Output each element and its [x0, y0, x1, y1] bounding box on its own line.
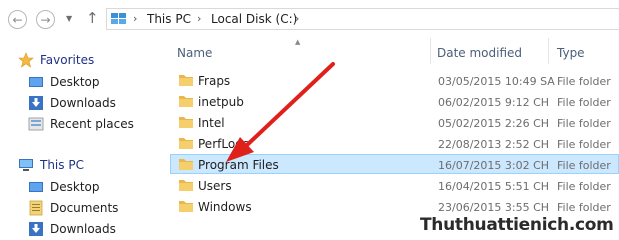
back-arrow-icon: ← — [12, 12, 23, 27]
forward-arrow-icon: → — [40, 12, 51, 27]
breadcrumb-this-pc[interactable]: This PC — [147, 12, 191, 26]
breadcrumb-chevron-icon[interactable]: › — [197, 12, 201, 25]
computer-icon — [19, 159, 33, 171]
table-row[interactable]: Intel 05/02/2015 2:26 CH File folder — [170, 112, 619, 132]
file-type: File folder — [557, 75, 611, 88]
folder-icon — [179, 117, 193, 128]
column-header-type[interactable]: Type — [557, 46, 585, 60]
sidebar-item-desktop[interactable]: Desktop — [28, 72, 100, 92]
desktop-icon — [29, 77, 43, 87]
sort-ascending-icon: ▲ — [295, 38, 301, 46]
sidebar-item-recent-places[interactable]: Recent places — [28, 114, 134, 134]
folder-icon — [179, 180, 193, 191]
sidebar-item-label: Documents — [50, 201, 119, 215]
nav-group-this-pc[interactable]: This PC — [18, 155, 84, 175]
sidebar-item-downloads[interactable]: Downloads — [28, 93, 116, 113]
breadcrumb-chevron-icon[interactable]: › — [133, 12, 137, 25]
file-list: ▲ Name Date modified Type Fraps 03/05/201… — [160, 38, 619, 240]
table-row[interactable]: Users 16/04/2015 5:51 CH File folder — [170, 175, 619, 195]
sidebar-item-label: Recent places — [50, 117, 134, 131]
sidebar-item-label: Downloads — [50, 222, 116, 236]
file-type: File folder — [557, 117, 611, 130]
sidebar-item-downloads[interactable]: Downloads — [28, 219, 116, 239]
file-date-modified: 22/08/2013 2:52 CH — [438, 138, 550, 151]
file-name: inetpub — [198, 95, 244, 109]
sidebar-item-label: Downloads — [50, 96, 116, 110]
watermark-text: Thuthuattienich.com — [420, 215, 614, 235]
file-date-modified: 06/02/2015 9:12 CH — [438, 96, 550, 109]
table-row[interactable]: Windows 23/06/2015 3:55 CH File folder — [170, 196, 619, 216]
documents-icon — [29, 200, 43, 216]
column-header-name[interactable]: Name — [177, 46, 212, 60]
table-row[interactable]: Fraps 03/05/2015 10:49 SA File folder — [170, 70, 619, 90]
sidebar-item-desktop[interactable]: Desktop — [28, 177, 100, 197]
breadcrumb-chevron-icon[interactable]: › — [295, 12, 299, 25]
breadcrumb-local-disk[interactable]: Local Disk (C:) — [211, 12, 297, 26]
desktop-icon — [29, 182, 43, 192]
file-type: File folder — [557, 201, 611, 214]
up-one-level-icon[interactable]: ↑ — [86, 9, 99, 27]
address-bar[interactable]: › This PC › Local Disk (C:) › — [106, 8, 619, 30]
navigation-pane: Favorites Desktop Downloads Recent place… — [0, 38, 160, 240]
downloads-icon — [29, 96, 43, 110]
column-header-date-modified[interactable]: Date modified — [437, 46, 522, 60]
navigation-bar: ← → ▼ ↑ › This PC › Local Disk (C:) › — [0, 0, 619, 38]
recent-places-icon — [28, 117, 44, 131]
file-date-modified: 16/07/2015 3:02 CH — [438, 159, 550, 172]
file-date-modified: 23/06/2015 3:55 CH — [438, 201, 550, 214]
file-name: PerfLogs — [198, 137, 250, 151]
file-name: Intel — [198, 116, 225, 130]
back-button[interactable]: ← — [8, 10, 27, 29]
recent-locations-chevron-down-icon[interactable]: ▼ — [66, 14, 72, 23]
folder-icon — [179, 75, 193, 86]
sidebar-item-label: Desktop — [50, 75, 100, 89]
star-icon — [18, 52, 34, 68]
file-date-modified: 16/04/2015 5:51 CH — [438, 180, 550, 193]
downloads-icon — [29, 222, 43, 236]
nav-group-label: Favorites — [40, 53, 95, 67]
folder-icon — [179, 138, 193, 149]
folder-icon — [179, 201, 193, 212]
file-date-modified: 05/02/2015 2:26 CH — [438, 117, 550, 130]
forward-button[interactable]: → — [36, 10, 55, 29]
file-type: File folder — [557, 138, 611, 151]
file-name: Users — [198, 179, 232, 193]
file-type: File folder — [557, 159, 611, 172]
column-header-row: ▲ Name Date modified Type — [160, 38, 619, 68]
column-divider[interactable] — [430, 38, 431, 64]
nav-group-label: This PC — [40, 158, 84, 172]
file-type: File folder — [557, 180, 611, 193]
file-name: Fraps — [198, 74, 231, 88]
file-type: File folder — [557, 96, 611, 109]
table-row[interactable]: Program Files 16/07/2015 3:02 CH File fold… — [170, 154, 619, 174]
table-row[interactable]: PerfLogs 22/08/2013 2:52 CH File folder — [170, 133, 619, 153]
folder-icon — [179, 159, 193, 170]
table-row[interactable]: inetpub 06/02/2015 9:12 CH File folder — [170, 91, 619, 111]
this-pc-icon — [111, 13, 126, 24]
sidebar-item-label: Desktop — [50, 180, 100, 194]
nav-group-favorites[interactable]: Favorites — [18, 50, 94, 70]
file-name: Program Files — [198, 158, 279, 172]
column-divider[interactable] — [548, 38, 549, 64]
folder-icon — [179, 96, 193, 107]
file-date-modified: 03/05/2015 10:49 SA — [438, 75, 555, 88]
file-name: Windows — [198, 200, 252, 214]
sidebar-item-documents[interactable]: Documents — [28, 198, 118, 218]
